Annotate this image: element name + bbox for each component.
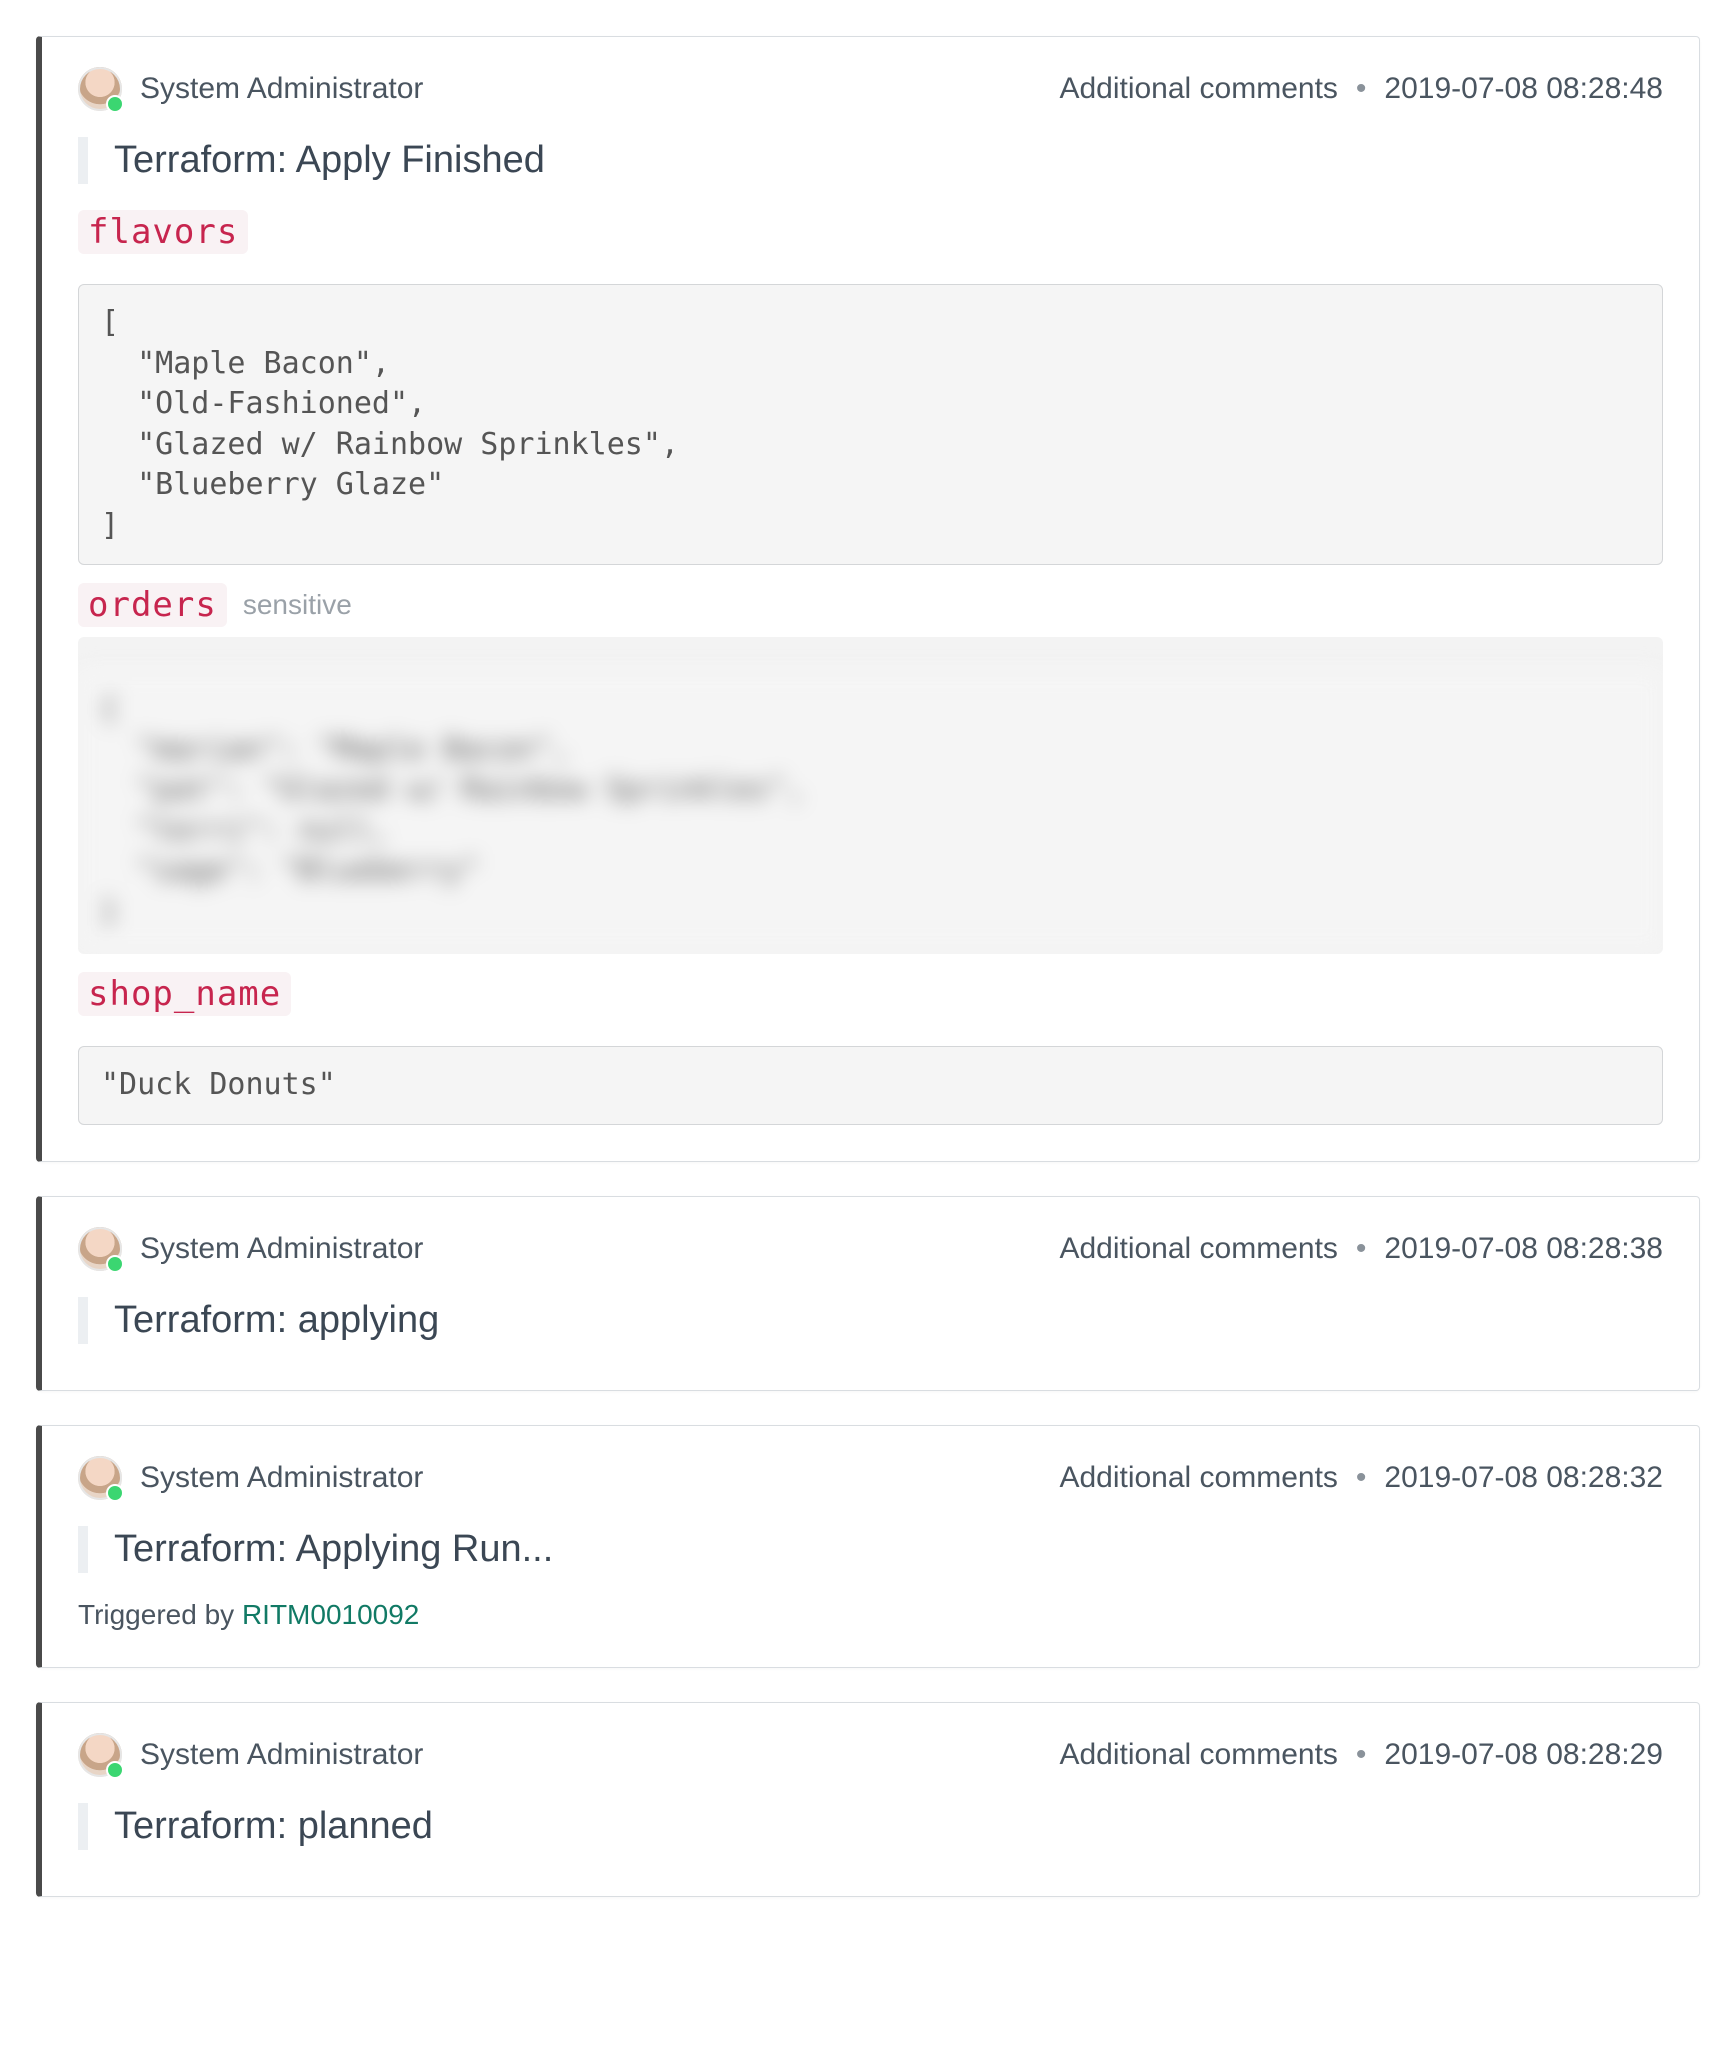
meta-label: Additional comments — [1059, 72, 1337, 106]
comment-title-block: Terraform: applying — [78, 1297, 1663, 1344]
user-block: System Administrator — [78, 1227, 423, 1271]
output-value[interactable]: "Duck Donuts" — [78, 1046, 1663, 1125]
timestamp: 2019-07-08 08:28:38 — [1384, 1232, 1663, 1266]
user-block: System Administrator — [78, 1456, 423, 1500]
output-key: flavors — [78, 210, 248, 254]
comment-meta: Additional comments • 2019-07-08 08:28:2… — [1059, 1738, 1663, 1772]
avatar[interactable] — [78, 1227, 122, 1271]
comment-header: System Administrator Additional comments… — [78, 1456, 1663, 1500]
author-name: System Administrator — [140, 1461, 423, 1495]
comment-title-block: Terraform: Apply Finished — [78, 137, 1663, 184]
comment-title: Terraform: planned — [114, 1805, 1663, 1848]
triggered-link[interactable]: RITM0010092 — [242, 1599, 419, 1630]
author-name: System Administrator — [140, 72, 423, 106]
separator-dot: • — [1356, 1232, 1367, 1266]
meta-label: Additional comments — [1059, 1738, 1337, 1772]
separator-dot: • — [1356, 1738, 1367, 1772]
comment-title-block: Terraform: Applying Run... — [78, 1526, 1663, 1573]
timestamp: 2019-07-08 08:28:32 — [1384, 1461, 1663, 1495]
triggered-by: Triggered by RITM0010092 — [78, 1599, 1663, 1631]
comment-card: System Administrator Additional comments… — [36, 1425, 1700, 1668]
avatar[interactable] — [78, 1733, 122, 1777]
comment-meta: Additional comments • 2019-07-08 08:28:3… — [1059, 1232, 1663, 1266]
output-label-row: orders sensitive — [78, 583, 1663, 627]
meta-label: Additional comments — [1059, 1232, 1337, 1266]
comment-meta: Additional comments • 2019-07-08 08:28:4… — [1059, 72, 1663, 106]
output-value-sensitive: { "marian": "Maple Bacon", "pat": "Glaze… — [78, 671, 1663, 950]
timestamp: 2019-07-08 08:28:48 — [1384, 72, 1663, 106]
author-name: System Administrator — [140, 1738, 423, 1772]
author-name: System Administrator — [140, 1232, 423, 1266]
comment-title-block: Terraform: planned — [78, 1803, 1663, 1850]
comment-title: Terraform: applying — [114, 1299, 1663, 1342]
separator-dot: • — [1356, 72, 1367, 106]
avatar[interactable] — [78, 67, 122, 111]
output-value[interactable]: [ "Maple Bacon", "Old-Fashioned", "Glaze… — [78, 284, 1663, 565]
sensitive-output-wrap: { "marian": "Maple Bacon", "pat": "Glaze… — [78, 637, 1663, 954]
triggered-prefix: Triggered by — [78, 1599, 242, 1630]
comment-title: Terraform: Apply Finished — [114, 139, 1663, 182]
comment-header: System Administrator Additional comments… — [78, 1733, 1663, 1777]
output-key: orders — [78, 583, 227, 627]
sensitive-tag: sensitive — [243, 589, 352, 621]
output-label-row: shop_name — [78, 972, 1663, 1016]
comment-header: System Administrator Additional comments… — [78, 1227, 1663, 1271]
timestamp: 2019-07-08 08:28:29 — [1384, 1738, 1663, 1772]
comment-meta: Additional comments • 2019-07-08 08:28:3… — [1059, 1461, 1663, 1495]
comment-card: System Administrator Additional comments… — [36, 36, 1700, 1162]
user-block: System Administrator — [78, 1733, 423, 1777]
comment-card: System Administrator Additional comments… — [36, 1196, 1700, 1391]
user-block: System Administrator — [78, 67, 423, 111]
comment-title: Terraform: Applying Run... — [114, 1528, 1663, 1571]
avatar[interactable] — [78, 1456, 122, 1500]
separator-dot: • — [1356, 1461, 1367, 1495]
comment-header: System Administrator Additional comments… — [78, 67, 1663, 111]
output-key: shop_name — [78, 972, 291, 1016]
comment-card: System Administrator Additional comments… — [36, 1702, 1700, 1897]
meta-label: Additional comments — [1059, 1461, 1337, 1495]
output-label-row: flavors — [78, 210, 1663, 254]
